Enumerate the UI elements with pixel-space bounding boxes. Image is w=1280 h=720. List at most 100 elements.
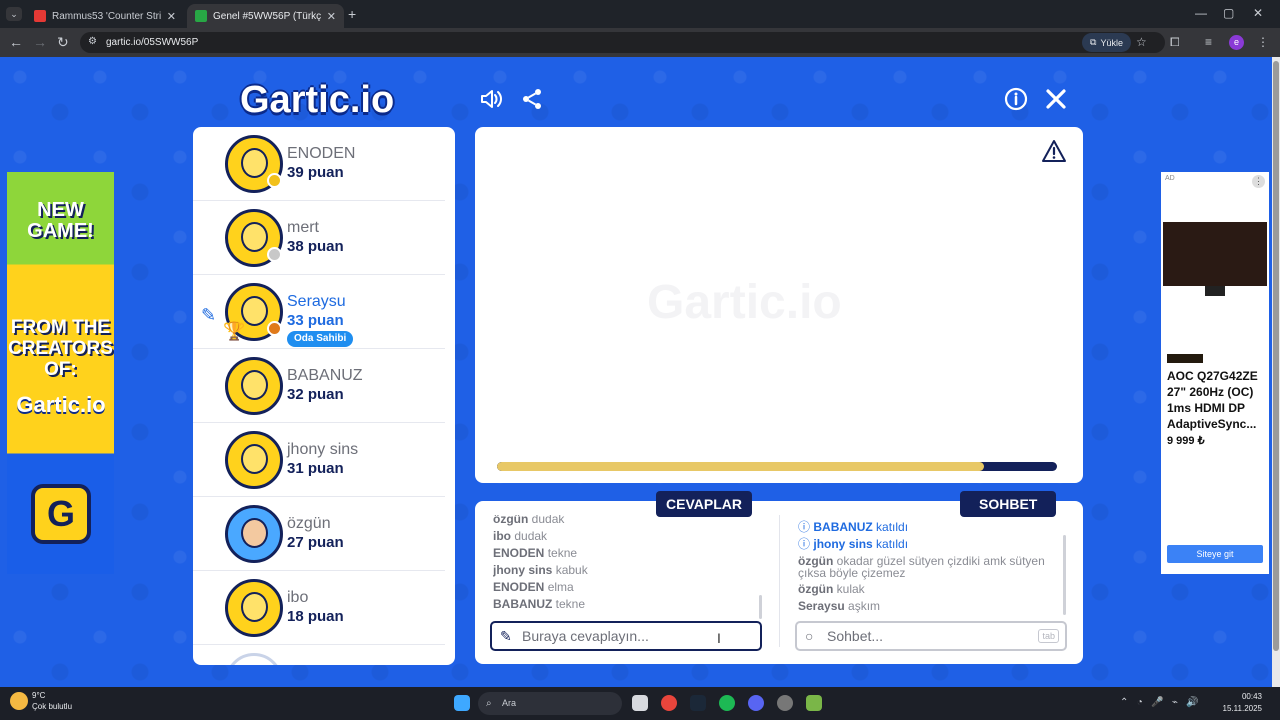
player-name: özgün xyxy=(287,515,331,532)
avatar xyxy=(225,653,283,665)
search-label: Ara xyxy=(502,698,517,708)
windows-taskbar: 9°C Çok bulutlu ⌕ Ara ⌃ ◔ 🎤 ⌁ 🔊 00:43 15… xyxy=(0,687,1280,720)
chat-heading: SOHBET xyxy=(960,491,1057,517)
ad-price: 9 999 ₺ xyxy=(1167,435,1205,447)
answer-user: ENODEN xyxy=(493,546,545,560)
minimize-button[interactable]: — xyxy=(1195,6,1207,20)
clock[interactable]: 00:43 15.11.2025 xyxy=(1220,691,1262,715)
close-window-button[interactable]: ✕ xyxy=(1253,6,1263,20)
start-icon[interactable] xyxy=(454,695,470,711)
list-item: jhony sins kabuk xyxy=(493,562,758,579)
page-scrollbar[interactable] xyxy=(1272,57,1280,687)
steam-icon[interactable] xyxy=(690,695,706,711)
browser-tab-1[interactable]: Rammus53 'Counter Strike 2' C ✕ xyxy=(26,4,184,28)
player-name: BABANUZ xyxy=(287,367,363,384)
answer-text: elma xyxy=(547,580,574,594)
player-row[interactable]: ibo 18 puan xyxy=(193,571,445,645)
chat-scrollbar[interactable] xyxy=(1063,535,1066,615)
chat-user: BABANUZ xyxy=(813,520,873,534)
player-row[interactable]: jhony sins 31 puan xyxy=(193,423,445,497)
player-row[interactable]: ENODEN 39 puan xyxy=(193,127,445,201)
reload-icon[interactable]: ↻ xyxy=(57,34,69,50)
status-dot xyxy=(267,321,282,336)
youtube-icon xyxy=(34,10,46,22)
ad-product-title[interactable]: AOC Q27G42ZE 27" 260Hz (OC) 1ms HDMI DP … xyxy=(1167,368,1265,432)
list-item: Seraysu aşkım xyxy=(798,598,1058,615)
chat-text: okadar güzel sütyen çizdiki amk sütyen ç… xyxy=(798,554,1045,580)
avatar xyxy=(225,135,283,193)
list-item: ENODEN tekne xyxy=(493,545,758,562)
close-icon[interactable] xyxy=(1044,87,1068,111)
close-tab-icon[interactable]: ✕ xyxy=(167,10,176,23)
tab-search-button[interactable]: ⌄ xyxy=(6,7,22,21)
weather-description: Çok bulutlu xyxy=(32,702,73,711)
chat-text: kulak xyxy=(836,582,865,596)
left-advertisement[interactable]: NEW GAME! FROM THE CREATORS OF: Gartic.i… xyxy=(7,172,114,574)
visit-site-button[interactable]: Siteye git xyxy=(1167,545,1263,563)
system-tray[interactable]: ⌃ ◔ 🎤 ⌁ 🔊 xyxy=(1120,697,1199,708)
share-icon[interactable] xyxy=(520,87,544,111)
spotify-icon[interactable] xyxy=(719,695,735,711)
answers-heading: CEVAPLAR xyxy=(656,491,752,517)
close-tab-icon[interactable]: ✕ xyxy=(327,10,336,23)
tab-key-hint: tab xyxy=(1038,629,1059,643)
player-name: ENODEN xyxy=(287,145,356,162)
answer-text: dudak xyxy=(514,529,548,543)
ad-label: AD xyxy=(1165,175,1175,182)
right-advertisement[interactable]: AD ⋮ AOC Q27G42ZE 27" 260Hz (OC) 1ms HDM… xyxy=(1161,172,1269,574)
chat-placeholder: Sohbet... xyxy=(827,628,884,644)
forward-icon[interactable]: → xyxy=(33,34,47,50)
new-tab-button[interactable]: + xyxy=(348,6,356,22)
player-row[interactable]: BABANUZ 32 puan xyxy=(193,349,445,423)
discord-icon[interactable] xyxy=(748,695,764,711)
canvas-watermark: Gartic.io xyxy=(647,276,842,329)
player-row[interactable]: özgün 27 puan xyxy=(193,497,445,571)
install-icon: ⧉ xyxy=(1090,37,1097,47)
task-view-icon[interactable] xyxy=(632,695,648,711)
answers-scrollbar[interactable] xyxy=(759,595,762,619)
weather-icon xyxy=(10,692,28,710)
browser-tab-2[interactable]: Genel #5WW56P (Türkçe) - Gar ✕ xyxy=(187,4,344,28)
answers-list[interactable]: özgün dudak ibo dudak ENODEN tekne jhony… xyxy=(493,515,758,617)
browser-menu-icon[interactable]: ⋮ xyxy=(1257,35,1269,49)
player-row[interactable] xyxy=(193,645,445,665)
player-name: mert xyxy=(287,219,319,236)
install-app-button[interactable]: ⧉ Yükle xyxy=(1082,33,1131,52)
bookmark-star-icon[interactable]: ☆ xyxy=(1136,35,1147,49)
chat-text: katıldı xyxy=(876,537,909,551)
text-cursor-icon: I xyxy=(717,630,721,646)
gartic-logo[interactable]: Gartic.io xyxy=(240,79,394,122)
player-row-drawing[interactable]: ✎ 🏆 Seraysu 33 puan Oda Sahibi xyxy=(193,275,445,349)
brand-logo xyxy=(1167,354,1203,363)
chat-input[interactable]: ○ Sohbet... tab xyxy=(795,621,1067,651)
report-warning-icon[interactable] xyxy=(1041,139,1067,163)
extensions-icon[interactable]: ⧠ xyxy=(1170,35,1180,50)
player-score: 38 puan xyxy=(287,238,344,255)
media-icon[interactable]: ≡ xyxy=(1205,35,1212,49)
ad-options-icon[interactable]: ⋮ xyxy=(1252,175,1265,188)
chrome-icon[interactable] xyxy=(661,695,677,711)
player-row[interactable]: mert 38 puan xyxy=(193,201,445,275)
drawing-canvas[interactable]: Gartic.io xyxy=(475,127,1083,483)
app-icon[interactable] xyxy=(777,695,793,711)
maximize-button[interactable]: ▢ xyxy=(1223,6,1234,20)
address-bar[interactable]: ⚙ gartic.io/05SWW56P xyxy=(80,32,1165,53)
info-icon: ⓘ xyxy=(798,537,811,551)
info-icon[interactable] xyxy=(1004,87,1028,111)
browser-toolbar: ← → ↻ ⚙ gartic.io/05SWW56P ⧉ Yükle ☆ ⧠ ≡… xyxy=(0,28,1280,57)
avatar xyxy=(225,357,283,415)
taskbar-search[interactable]: ⌕ Ara xyxy=(478,692,622,715)
chat-bubble-icon: ○ xyxy=(805,628,814,644)
gartic-page: NEW GAME! FROM THE CREATORS OF: Gartic.i… xyxy=(0,57,1280,687)
site-info-icon[interactable]: ⚙ xyxy=(88,36,97,47)
nvidia-icon[interactable] xyxy=(806,695,822,711)
answer-input[interactable]: ✎ Buraya cevaplayın... I xyxy=(490,621,762,651)
chat-list[interactable]: ⓘ BABANUZ katıldı ⓘ jhony sins katıldı ö… xyxy=(798,519,1058,619)
weather-widget[interactable]: 9°C Çok bulutlu xyxy=(10,690,72,712)
sound-icon[interactable] xyxy=(479,87,503,111)
chat-user: jhony sins xyxy=(813,537,873,551)
profile-avatar[interactable]: e xyxy=(1229,35,1244,50)
back-icon[interactable]: ← xyxy=(9,34,23,50)
answer-user: jhony sins xyxy=(493,563,553,577)
install-label: Yükle xyxy=(1100,37,1123,48)
